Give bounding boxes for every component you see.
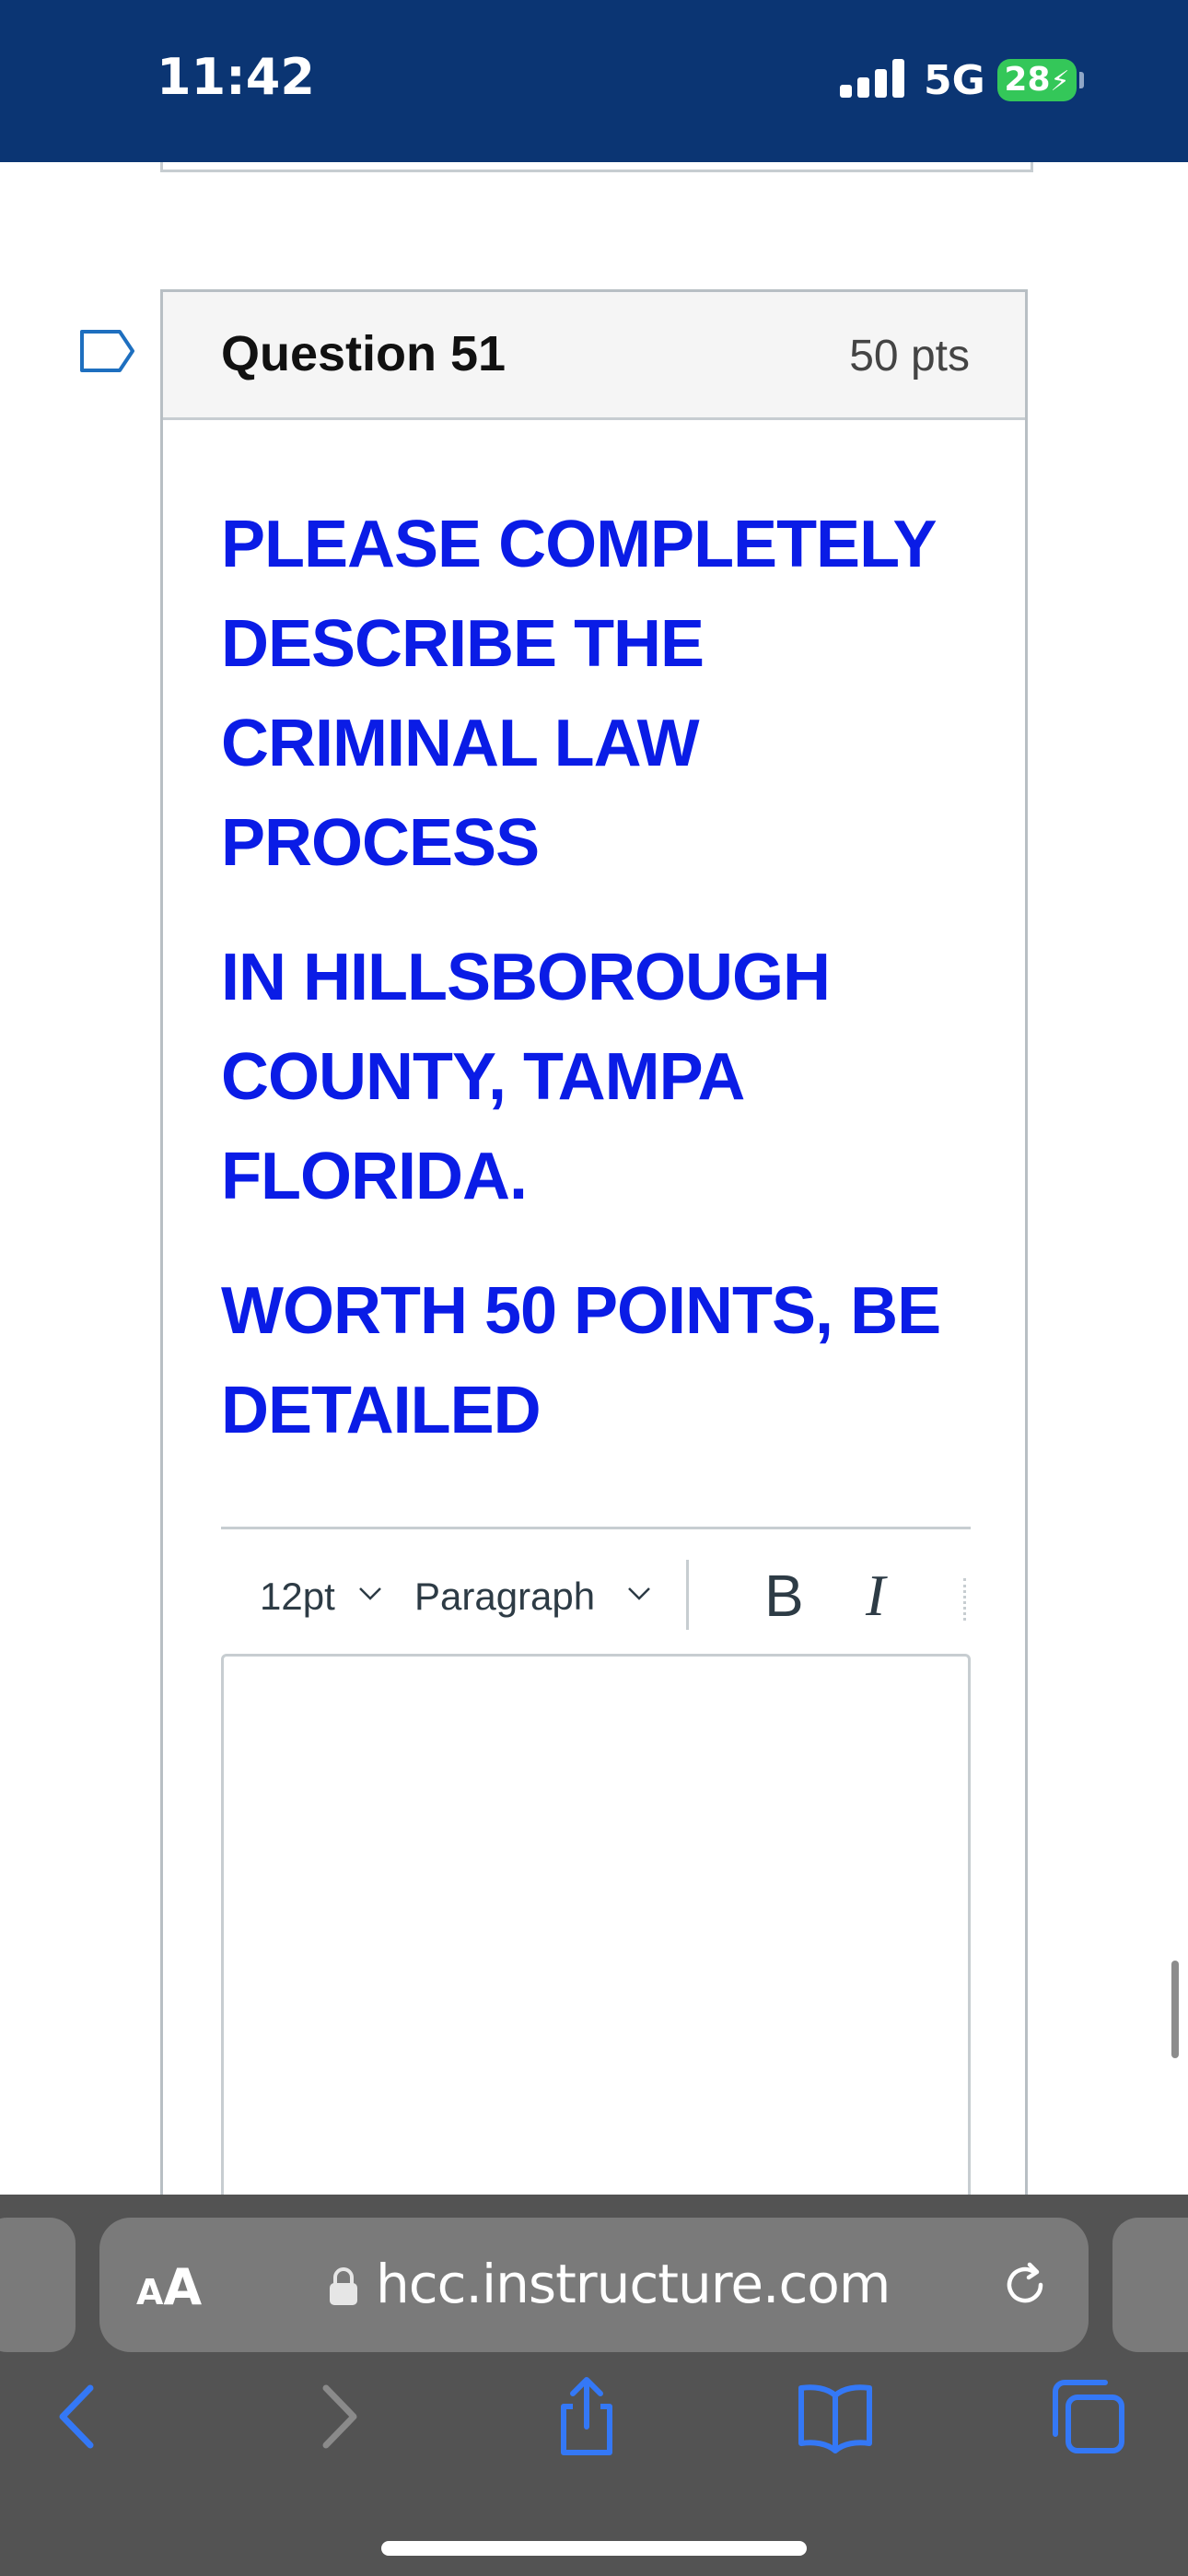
toolbar-overflow <box>963 1578 970 1621</box>
network-type: 5G <box>924 57 985 104</box>
question-prompt: PLEASE COMPLETELY DESCRIBE THE CRIMINAL … <box>221 495 976 1495</box>
font-size-value: 12pt <box>260 1575 335 1618</box>
question-points: 50 pts <box>849 332 970 381</box>
lock-icon <box>330 2267 357 2305</box>
text-size-button[interactable]: AA <box>136 2258 202 2316</box>
home-indicator[interactable] <box>381 2541 807 2556</box>
prompt-paragraph: PLEASE COMPLETELY DESCRIBE THE CRIMINAL … <box>221 508 936 880</box>
chevron-down-icon <box>628 1587 650 1600</box>
bookmark-flag-icon[interactable] <box>79 328 136 374</box>
scrollbar[interactable] <box>1171 1961 1179 2058</box>
editor-toolbar: 12pt Paragraph B I <box>221 1552 971 1645</box>
url-text: hcc.instructure.com <box>376 2253 891 2315</box>
previous-question-card-bottom <box>160 162 1033 172</box>
reload-icon[interactable] <box>996 2256 1054 2313</box>
status-time: 11:42 <box>157 48 315 106</box>
prompt-paragraph: IN HILLSBOROUGH COUNTY, TAMPA FLORIDA. <box>221 941 831 1213</box>
battery-cap <box>1079 72 1084 88</box>
address-bar[interactable]: AA hcc.instructure.com <box>99 2218 1089 2352</box>
share-icon[interactable] <box>545 2375 628 2458</box>
next-tab-preview[interactable] <box>1112 2218 1188 2352</box>
prompt-paragraph: WORTH 50 POINTS, BE DETAILED <box>221 1274 941 1447</box>
charging-bolt-icon: ⚡ <box>1050 65 1070 98</box>
battery-icon: 28⚡ <box>997 59 1077 101</box>
battery-level: 28 <box>1004 61 1051 99</box>
text-size-small-label: A <box>136 2272 164 2313</box>
block-format-value: Paragraph <box>414 1575 596 1618</box>
question-card: Question 51 50 pts PLEASE COMPLETELY DES… <box>160 289 1028 2316</box>
cellular-signal-icon <box>840 59 906 98</box>
back-arrow-icon[interactable] <box>37 2375 120 2458</box>
toolbar-separator <box>686 1560 689 1630</box>
question-header: Question 51 50 pts <box>163 292 1025 420</box>
chevron-down-icon <box>359 1587 381 1600</box>
text-size-big-label: A <box>163 2258 203 2316</box>
bookmarks-icon[interactable] <box>794 2375 877 2458</box>
question-title: Question 51 <box>221 326 507 381</box>
italic-button[interactable]: I <box>866 1562 885 1630</box>
tabs-icon[interactable] <box>1046 2375 1129 2458</box>
status-bar: 11:42 5G 28⚡ <box>0 0 1188 162</box>
toolbar-divider <box>221 1527 971 1529</box>
previous-tab-preview[interactable] <box>0 2218 76 2352</box>
bold-button[interactable]: B <box>764 1562 804 1630</box>
forward-arrow-icon[interactable] <box>297 2375 379 2458</box>
